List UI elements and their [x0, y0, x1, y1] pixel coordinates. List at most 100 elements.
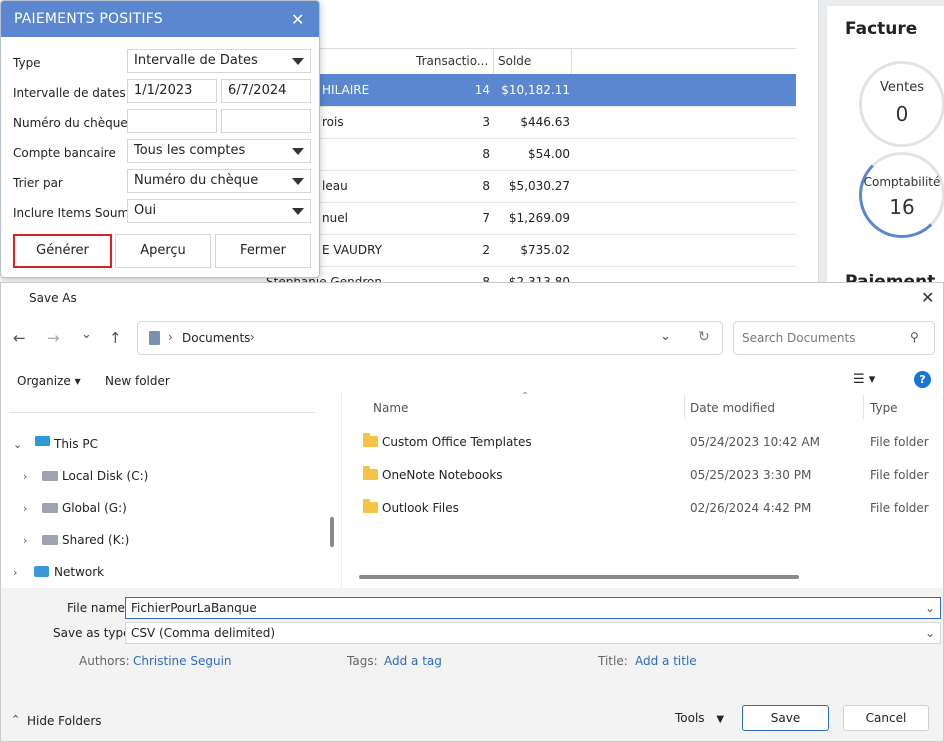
refresh-icon[interactable]: ↻: [698, 329, 710, 345]
column-header-name[interactable]: Name: [373, 401, 408, 415]
tree-item-local-disk[interactable]: Local Disk (C:): [62, 469, 148, 483]
file-name: OneNote Notebooks: [382, 468, 503, 482]
chevron-right-icon: ›: [168, 330, 173, 344]
row-solde: $10,182.11: [501, 83, 570, 97]
chevron-up-icon[interactable]: ⌃: [11, 713, 20, 726]
file-type: File folder: [870, 468, 929, 482]
chevron-right-icon[interactable]: ›: [23, 502, 27, 515]
table-row[interactable]: E VAUDRY 2 $735.02: [240, 234, 796, 267]
save-type-value: CSV (Comma delimited): [131, 626, 276, 640]
paiements-positifs-dialog: PAIEMENTS POSITIFS ✕ Type Intervalle de …: [0, 0, 320, 278]
title-label: Title:: [598, 654, 628, 668]
new-folder-button[interactable]: New folder: [105, 374, 170, 388]
chevron-right-icon[interactable]: ›: [23, 534, 27, 547]
save-button[interactable]: Save: [742, 705, 829, 731]
tree-item-network[interactable]: Network: [54, 565, 104, 579]
table-row[interactable]: rois 3 $446.63: [240, 106, 796, 139]
chevron-down-icon: [292, 148, 304, 155]
tags-value[interactable]: Add a tag: [384, 654, 442, 668]
include-label: Inclure Items Soumis: [13, 206, 139, 220]
row-name: leau: [322, 179, 348, 193]
search-icon: ⚲: [910, 330, 919, 344]
list-item[interactable]: OneNote Notebooks 05/25/2023 3:30 PM Fil…: [359, 459, 943, 492]
recent-locations-icon[interactable]: ⌄: [81, 327, 92, 342]
chevron-right-icon[interactable]: ›: [250, 330, 255, 344]
file-name-input[interactable]: FichierPourLaBanque ⌄: [125, 597, 941, 619]
table-row[interactable]: 8 $54.00: [240, 138, 796, 171]
comptabilite-ring: Comptabilité 16: [859, 152, 944, 238]
dialog-titlebar: PAIEMENTS POSITIFS ✕: [1, 1, 319, 37]
forward-icon[interactable]: →: [47, 329, 60, 347]
hide-folders-button[interactable]: Hide Folders: [27, 714, 102, 728]
column-header-type[interactable]: Type: [870, 401, 898, 415]
save-type-label: Save as type:: [53, 626, 135, 640]
file-name-value: FichierPourLaBanque: [131, 601, 257, 615]
sort-select[interactable]: Numéro du chèque: [127, 169, 311, 193]
tree-item-shared[interactable]: Shared (K:): [62, 533, 129, 547]
account-select[interactable]: Tous les comptes: [127, 139, 311, 163]
help-icon[interactable]: ?: [914, 371, 931, 388]
chevron-down-icon[interactable]: ⌄: [925, 598, 935, 618]
file-name-label: File name:: [67, 601, 129, 615]
organize-button[interactable]: Organize ▾: [17, 374, 81, 388]
row-transactions: 2: [482, 243, 490, 257]
chevron-down-icon: [292, 208, 304, 215]
view-options-icon[interactable]: ☰ ▾: [853, 372, 875, 387]
column-header-transactions[interactable]: Transactio...: [412, 49, 494, 74]
date-to-input[interactable]: 6/7/2024: [221, 79, 311, 103]
table-row[interactable]: leau 8 $5,030.27: [240, 170, 796, 203]
dialog-title: Save As: [29, 291, 77, 305]
close-button[interactable]: Fermer: [215, 234, 311, 268]
check-to-input[interactable]: [221, 109, 311, 133]
type-select[interactable]: Intervalle de Dates: [127, 49, 311, 73]
file-name: Custom Office Templates: [382, 435, 532, 449]
search-input[interactable]: Search Documents ⚲: [733, 321, 935, 355]
check-number-label: Numéro du chèque: [13, 116, 128, 130]
tree-item-global[interactable]: Global (G:): [62, 501, 127, 515]
save-type-select[interactable]: CSV (Comma delimited) ⌄: [125, 622, 941, 644]
chevron-right-icon[interactable]: ›: [13, 566, 17, 579]
list-item[interactable]: Custom Office Templates 05/24/2023 10:42…: [359, 426, 943, 459]
caret-down-icon: ▼: [716, 714, 725, 725]
preview-button[interactable]: Aperçu: [115, 234, 211, 268]
authors-value[interactable]: Christine Seguin: [133, 654, 232, 668]
close-icon[interactable]: ✕: [921, 288, 934, 307]
type-label: Type: [13, 56, 41, 70]
organize-label: Organize: [17, 374, 71, 388]
chevron-down-icon[interactable]: ⌄: [925, 623, 935, 643]
tools-button[interactable]: Tools ▼: [675, 711, 724, 725]
column-header-solde[interactable]: Solde: [494, 49, 572, 74]
check-from-input[interactable]: [127, 109, 217, 133]
tags-label: Tags:: [347, 654, 378, 668]
folder-icon: [363, 499, 378, 513]
back-icon[interactable]: ←: [13, 329, 26, 347]
column-header-date[interactable]: Date modified: [690, 401, 775, 415]
file-type: File folder: [870, 501, 929, 515]
row-name: nuel: [322, 211, 348, 225]
tree-item-this-pc[interactable]: This PC: [54, 437, 98, 451]
table-row[interactable]: HILAIRE 14 $10,182.11: [240, 74, 796, 107]
ventes-ring: Ventes 0: [859, 61, 944, 147]
chevron-right-icon[interactable]: ›: [23, 470, 27, 483]
network-icon: [34, 566, 49, 577]
date-from-input[interactable]: 1/1/2023: [127, 79, 217, 103]
chevron-down-icon[interactable]: ⌄: [660, 329, 671, 344]
title-value[interactable]: Add a title: [635, 654, 697, 668]
list-item[interactable]: Outlook Files 02/26/2024 4:42 PM File fo…: [359, 492, 943, 525]
tree-scrollbar[interactable]: [330, 517, 334, 547]
chevron-down-icon[interactable]: ⌄: [13, 438, 22, 451]
close-icon[interactable]: ✕: [291, 10, 304, 29]
divider: [9, 412, 315, 413]
include-select[interactable]: Oui: [127, 199, 311, 223]
cancel-button[interactable]: Cancel: [843, 705, 929, 731]
row-solde: $446.63: [520, 115, 570, 129]
row-transactions: 8: [482, 147, 490, 161]
generate-button[interactable]: Générer: [13, 234, 112, 268]
row-transactions: 3: [482, 115, 490, 129]
horizontal-scrollbar[interactable]: [359, 575, 799, 579]
breadcrumb-documents[interactable]: Documents: [182, 331, 250, 345]
address-bar[interactable]: › Documents › ⌄ ↻: [137, 321, 723, 355]
up-icon[interactable]: ↑: [109, 329, 122, 347]
network-drive-icon: [42, 535, 58, 545]
table-row[interactable]: nuel 7 $1,269.09: [240, 202, 796, 235]
